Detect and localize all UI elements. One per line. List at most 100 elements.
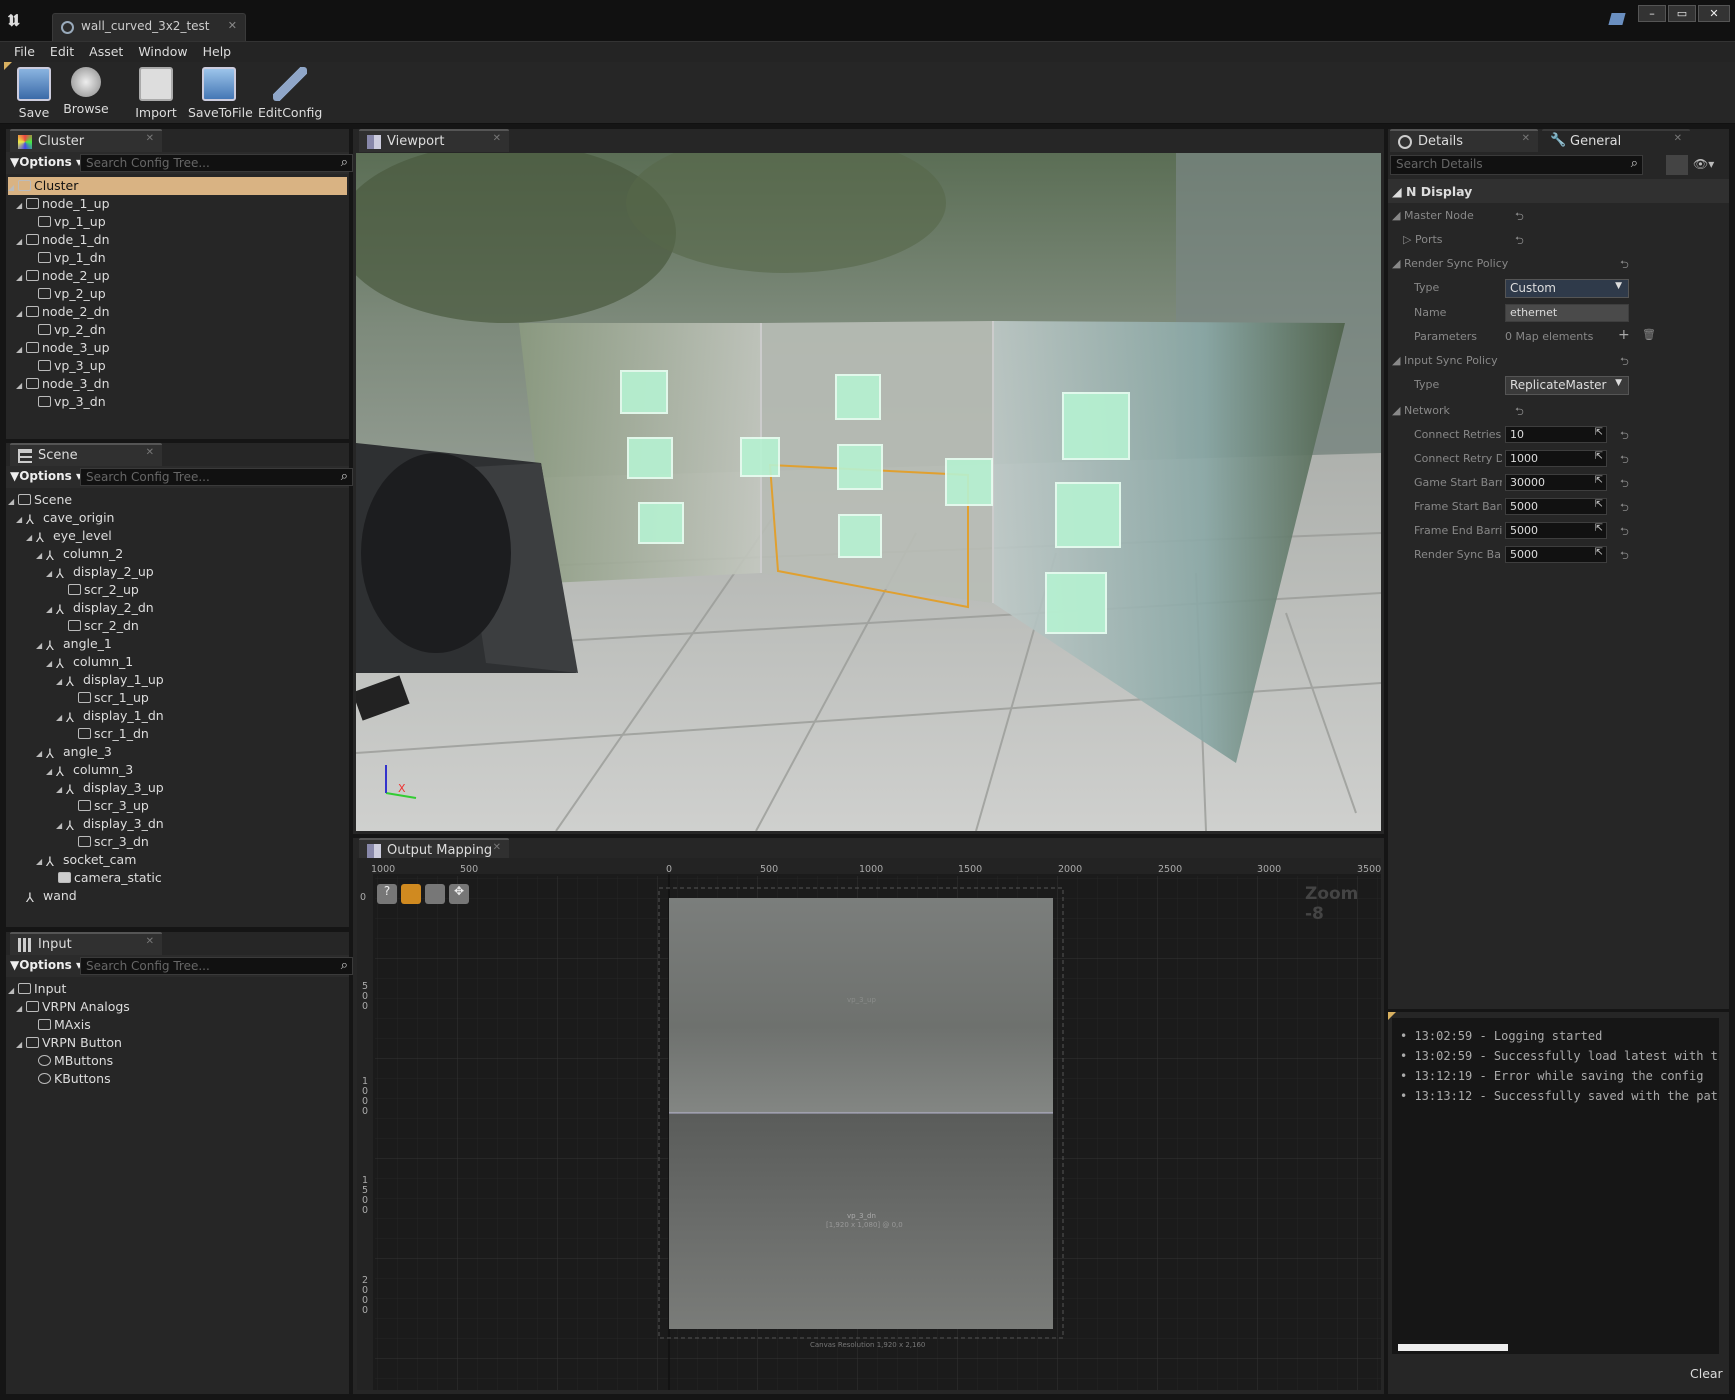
scene-search-input[interactable]: Search Config Tree... ⌕ [80,468,353,486]
tree-item[interactable]: ◢ VRPN Button [8,1034,347,1052]
tree-item[interactable]: ◢ node_3_up [8,339,347,357]
menu-help[interactable]: Help [197,42,241,59]
tree-item[interactable]: KButtons [8,1070,347,1088]
network-number-field[interactable]: 10 ⇱ [1505,426,1607,443]
render-type-combobox[interactable]: Custom ▼ [1505,279,1629,298]
tree-item[interactable]: vp_3_up [8,357,347,375]
tree-item[interactable]: scr_1_up [8,689,347,707]
reset-icon[interactable]: ⮌ [1620,353,1629,372]
spin-icon[interactable]: ⇱ [1595,547,1603,558]
tree-item[interactable]: ◢ Input [8,980,347,998]
row-master-node[interactable]: ◢ Master Node ⮌ [1388,204,1725,228]
details-search-input[interactable]: Search Details ⌕ [1390,155,1643,175]
reset-icon[interactable]: ⮌ [1515,208,1524,227]
spin-icon[interactable]: ⇱ [1595,475,1603,486]
tab-viewport[interactable]: Viewport ✕ [359,129,509,152]
close-tab-icon[interactable]: ✕ [1522,133,1530,144]
clear-button[interactable]: Clear [1690,1366,1723,1381]
close-tab-icon[interactable]: ✕ [493,842,501,853]
network-number-field[interactable]: 1000 ⇱ [1505,450,1607,467]
close-tab-icon[interactable]: ✕ [1674,133,1682,144]
close-tab-icon[interactable]: ✕ [146,936,154,947]
trash-icon[interactable]: 🗑 [1642,328,1656,341]
reset-icon[interactable]: ⮌ [1515,232,1524,251]
maximize-button[interactable]: ▭ [1668,5,1696,22]
fit-view-icon[interactable]: ✥ [449,884,469,904]
view-options-icon[interactable] [1666,155,1688,175]
tree-item[interactable]: vp_1_dn [8,249,347,267]
menu-edit[interactable]: Edit [44,42,83,59]
cluster-search-input[interactable]: Search Config Tree... ⌕ [80,154,353,172]
tree-item[interactable]: ◢ ⅄ display_2_up [8,563,347,582]
tree-item[interactable]: ◢ node_1_up [8,195,347,213]
tree-item[interactable]: scr_1_dn [8,725,347,743]
row-ports[interactable]: ▷ Ports ⮌ [1388,228,1725,252]
tree-item[interactable]: scr_2_dn [8,617,347,635]
reset-icon[interactable]: ⮌ [1620,475,1629,494]
menu-file[interactable]: File [0,42,44,59]
tree-item[interactable]: scr_3_dn [8,833,347,851]
tree-item[interactable]: vp_2_up [8,285,347,303]
options-dropdown[interactable]: ▼Options ▾ [10,469,82,483]
reset-icon[interactable]: ⮌ [1515,403,1524,422]
tree-item[interactable]: ◢ ⅄ socket_cam [8,851,347,870]
tree-item[interactable]: ◢ ⅄ column_2 [8,545,347,564]
tree-item[interactable]: MButtons [8,1052,347,1070]
spin-icon[interactable]: ⇱ [1595,451,1603,462]
selection-mode-icon[interactable] [401,884,421,904]
minimize-button[interactable]: – [1638,5,1666,22]
tree-item[interactable]: vp_3_dn [8,393,347,411]
reset-icon[interactable]: ⮌ [1620,523,1629,542]
save-button[interactable]: Save [4,65,64,123]
network-number-field[interactable]: 5000 ⇱ [1505,498,1607,515]
close-window-button[interactable]: ✕ [1698,5,1730,22]
tree-item[interactable]: ◢ ⅄ display_2_dn [8,599,347,618]
tree-item[interactable]: ◢ ⅄ display_1_dn [8,707,347,726]
tree-item[interactable]: ◢ ⅄ eye_level [8,527,347,546]
section-n-display[interactable]: ◢ N Display [1388,179,1729,203]
tree-item[interactable]: vp_2_dn [8,321,347,339]
spin-icon[interactable]: ⇱ [1595,523,1603,534]
menu-asset[interactable]: Asset [83,42,132,59]
network-number-field[interactable]: 30000 ⇱ [1505,474,1607,491]
options-dropdown[interactable]: ▼Options ▾ [10,155,82,169]
reset-icon[interactable]: ⮌ [1620,451,1629,470]
name-field[interactable]: ethernet [1505,304,1629,322]
viewport-3d-view[interactable]: X [356,153,1381,831]
tree-item[interactable]: vp_1_up [8,213,347,231]
tab-input[interactable]: Input ✕ [10,932,162,955]
source-control-icon[interactable] [1608,13,1626,25]
tree-item[interactable]: ◢ ⅄ display_3_up [8,779,347,798]
input-type-combobox[interactable]: ReplicateMaster ▼ [1505,376,1629,395]
tree-item[interactable]: ◢ node_2_up [8,267,347,285]
tab-general[interactable]: 🔧 General ✕ [1542,129,1690,152]
tree-item[interactable]: ◢ ⅄ column_3 [8,761,347,780]
spin-icon[interactable]: ⇱ [1595,427,1603,438]
menu-window[interactable]: Window [132,42,196,59]
network-number-field[interactable]: 5000 ⇱ [1505,546,1607,563]
eye-icon[interactable]: 👁▾ [1693,157,1714,171]
document-tab[interactable]: wall_curved_3x2_test ✕ [52,13,246,41]
tree-item[interactable]: MAxis [8,1016,347,1034]
reset-icon[interactable]: ⮌ [1620,427,1629,446]
row-input-sync[interactable]: ◢ Input Sync Policy ⮌ [1388,349,1725,373]
tree-item[interactable]: ◢ ⅄ angle_3 [8,743,347,762]
tree-item[interactable]: ◢ ⅄ column_1 [8,653,347,672]
close-tab-icon[interactable]: ✕ [146,133,154,144]
spin-icon[interactable]: ⇱ [1595,499,1603,510]
tree-item[interactable]: ◢ Cluster [8,177,347,195]
tab-cluster[interactable]: Cluster ✕ [10,129,162,152]
browse-button[interactable]: Browse [56,65,116,123]
reset-icon[interactable]: ⮌ [1620,256,1629,275]
tree-item[interactable]: ◢ node_2_dn [8,303,347,321]
tab-scene[interactable]: Scene ✕ [10,443,162,466]
save-to-file-button[interactable]: SaveToFile [188,65,253,123]
edit-config-button[interactable]: EditConfig [258,65,322,123]
tree-item[interactable]: ◢ ⅄ cave_origin [8,509,347,528]
tree-item[interactable]: ◢ VRPN Analogs [8,998,347,1016]
tree-item[interactable]: ◢ ⅄ display_1_up [8,671,347,690]
snap-icon[interactable] [425,884,445,904]
import-button[interactable]: Import [126,65,186,123]
reset-icon[interactable]: ⮌ [1620,547,1629,566]
tree-item[interactable]: ◢ ⅄ display_3_dn [8,815,347,834]
